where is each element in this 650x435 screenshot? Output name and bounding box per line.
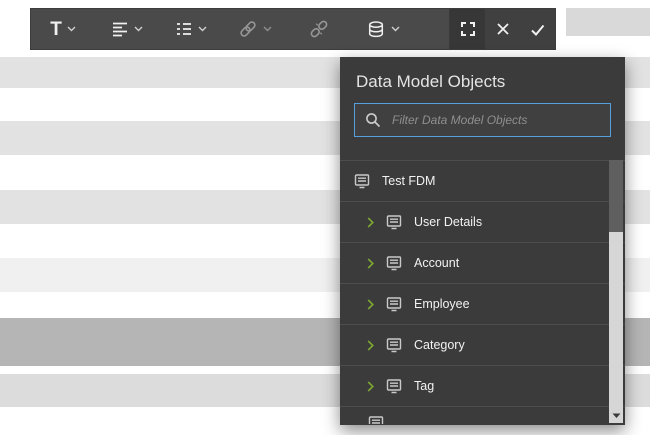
data-model-tree: Test FDM User Details (340, 160, 625, 425)
search-icon (364, 111, 382, 129)
filter-input[interactable] (390, 112, 601, 128)
data-model-button[interactable] (351, 9, 415, 49)
chevron-right-icon[interactable] (367, 258, 374, 269)
fullscreen-icon (459, 20, 477, 38)
chevron-down-icon (67, 26, 76, 32)
data-object-icon (385, 295, 403, 313)
tree-item-label: User Details (414, 215, 482, 229)
scrollbar[interactable] (609, 160, 623, 423)
tree-item-label: Tag (414, 379, 434, 393)
chevron-down-icon (198, 26, 207, 32)
tree-item[interactable]: Category (340, 324, 625, 365)
tree-item[interactable]: User Details (340, 201, 625, 242)
data-object-icon (385, 377, 403, 395)
link-button[interactable] (223, 9, 287, 49)
text-format-label: T (50, 20, 62, 39)
tree-item-label: Category (414, 338, 465, 352)
chevron-right-icon[interactable] (367, 299, 374, 310)
fullscreen-button[interactable] (450, 9, 485, 49)
chevron-down-icon (134, 26, 143, 32)
data-object-icon (353, 172, 371, 190)
align-button[interactable] (95, 9, 159, 49)
close-button[interactable] (485, 9, 520, 49)
chevron-right-icon[interactable] (367, 217, 374, 228)
scrollbar-down-button[interactable] (609, 408, 623, 423)
unlink-button[interactable] (287, 9, 351, 49)
background-cell (566, 8, 650, 36)
chevron-down-icon (391, 26, 400, 32)
text-format-button[interactable]: T (31, 9, 95, 49)
chevron-right-icon[interactable] (367, 381, 374, 392)
data-object-icon (385, 336, 403, 354)
tree-item-root[interactable]: Test FDM (340, 160, 625, 201)
tree-item[interactable]: Account (340, 242, 625, 283)
data-object-icon (385, 213, 403, 231)
link-icon (238, 19, 258, 39)
tree-item-partial[interactable] (340, 406, 625, 424)
panel-title: Data Model Objects (340, 57, 625, 103)
filter-search-box (354, 103, 611, 137)
checkmark-icon (529, 21, 546, 38)
data-object-icon (385, 254, 403, 272)
data-model-icon (367, 20, 386, 39)
close-icon (495, 21, 511, 37)
align-icon (111, 20, 129, 38)
list-icon (175, 20, 193, 38)
chevron-right-icon[interactable] (367, 340, 374, 351)
tree-item-label: Employee (414, 297, 470, 311)
scrollbar-thumb[interactable] (609, 160, 623, 232)
chevron-down-icon (263, 26, 272, 32)
unlink-icon (309, 19, 329, 39)
toolbar-action-group (449, 9, 555, 49)
tree-item-label: Account (414, 256, 459, 270)
confirm-button[interactable] (520, 9, 555, 49)
data-object-icon (367, 414, 385, 424)
tree-item[interactable]: Employee (340, 283, 625, 324)
tree-item[interactable]: Tag (340, 365, 625, 406)
list-button[interactable] (159, 9, 223, 49)
tree-item-label: Test FDM (382, 174, 435, 188)
rte-toolbar: T (30, 8, 556, 50)
data-model-objects-panel: Data Model Objects Test FDM (340, 57, 625, 425)
page: T (0, 0, 650, 435)
